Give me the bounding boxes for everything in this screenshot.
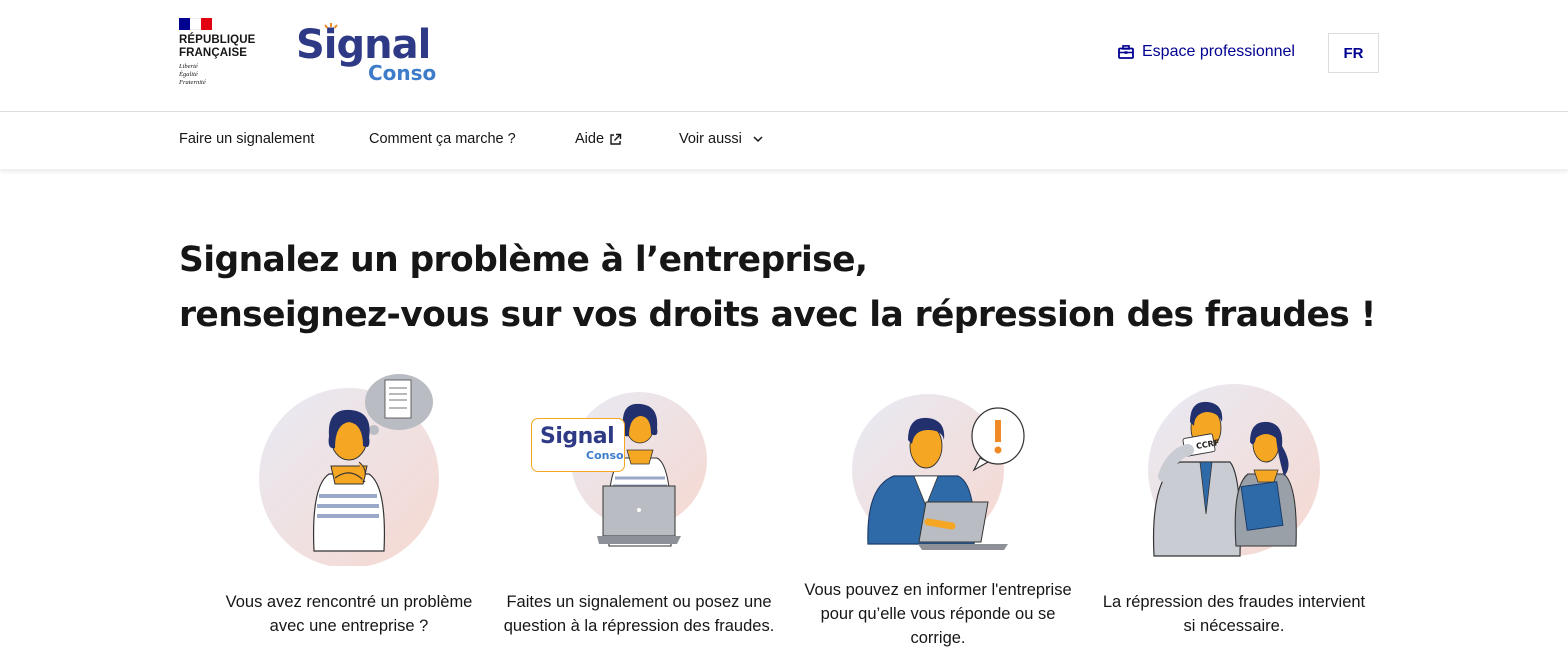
bubble-signal-text: Signal	[540, 424, 615, 449]
step-2-description: Faites un signalement ou posez une quest…	[503, 593, 775, 635]
page-title-line2: renseignez-vous sur vos droits avec la r…	[179, 295, 1376, 335]
logo-spark-icon	[324, 23, 338, 29]
nav-item-label: Voir aussi	[679, 131, 742, 147]
chevron-down-icon	[753, 136, 763, 143]
step-1-description: Vous avez rencontré un problème avec une…	[225, 593, 473, 635]
nav-item-label: Comment ça marche ?	[369, 131, 516, 147]
language-selector-button[interactable]: FR	[1328, 33, 1379, 73]
espace-professionnel-label: Espace professionnel	[1142, 43, 1295, 60]
page-title: Signalez un problème à l’entreprise, ren…	[179, 233, 1376, 343]
main-navigation: Faire un signalement Comment ça marche ?…	[0, 113, 1568, 169]
republique-francaise-logo[interactable]: RÉPUBLIQUE FRANÇAISE Liberté Égalité Fra…	[179, 18, 269, 87]
nav-item-comment-ca-marche[interactable]: Comment ça marche ?	[369, 131, 516, 147]
external-link-icon	[610, 133, 622, 145]
bubble-conso-text: Conso	[586, 449, 624, 462]
republic-motto: Liberté Égalité Fraternité	[179, 63, 206, 86]
espace-professionnel-link[interactable]: Espace professionnel	[1118, 43, 1295, 61]
french-flag-icon	[179, 18, 212, 30]
nav-item-aide[interactable]: Aide	[575, 131, 622, 147]
nav-item-label: Aide	[575, 131, 605, 147]
nav-item-voir-aussi[interactable]: Voir aussi	[679, 131, 765, 147]
step-1-illustration	[259, 374, 439, 566]
site-header: RÉPUBLIQUE FRANÇAISE Liberté Égalité Fra…	[0, 0, 1568, 112]
signalconso-bubble: Signal Conso	[531, 418, 625, 472]
republic-name: RÉPUBLIQUE FRANÇAISE	[179, 34, 256, 59]
step-4-illustration	[1148, 384, 1320, 557]
step-3-description: Vous pouvez en informer l'entreprise pou…	[804, 581, 1072, 647]
nav-item-faire-un-signalement[interactable]: Faire un signalement	[179, 131, 314, 147]
nav-item-label: Faire un signalement	[179, 131, 315, 147]
logo-conso-text: Conso	[368, 61, 437, 85]
briefcase-icon	[1118, 45, 1134, 59]
step-4-description: La répression des fraudes intervient si …	[1102, 593, 1366, 635]
step-3-illustration	[852, 394, 1025, 550]
page-title-line1: Signalez un problème à l’entreprise,	[179, 240, 868, 280]
signalconso-logo[interactable]: Signal Conso	[296, 22, 446, 88]
